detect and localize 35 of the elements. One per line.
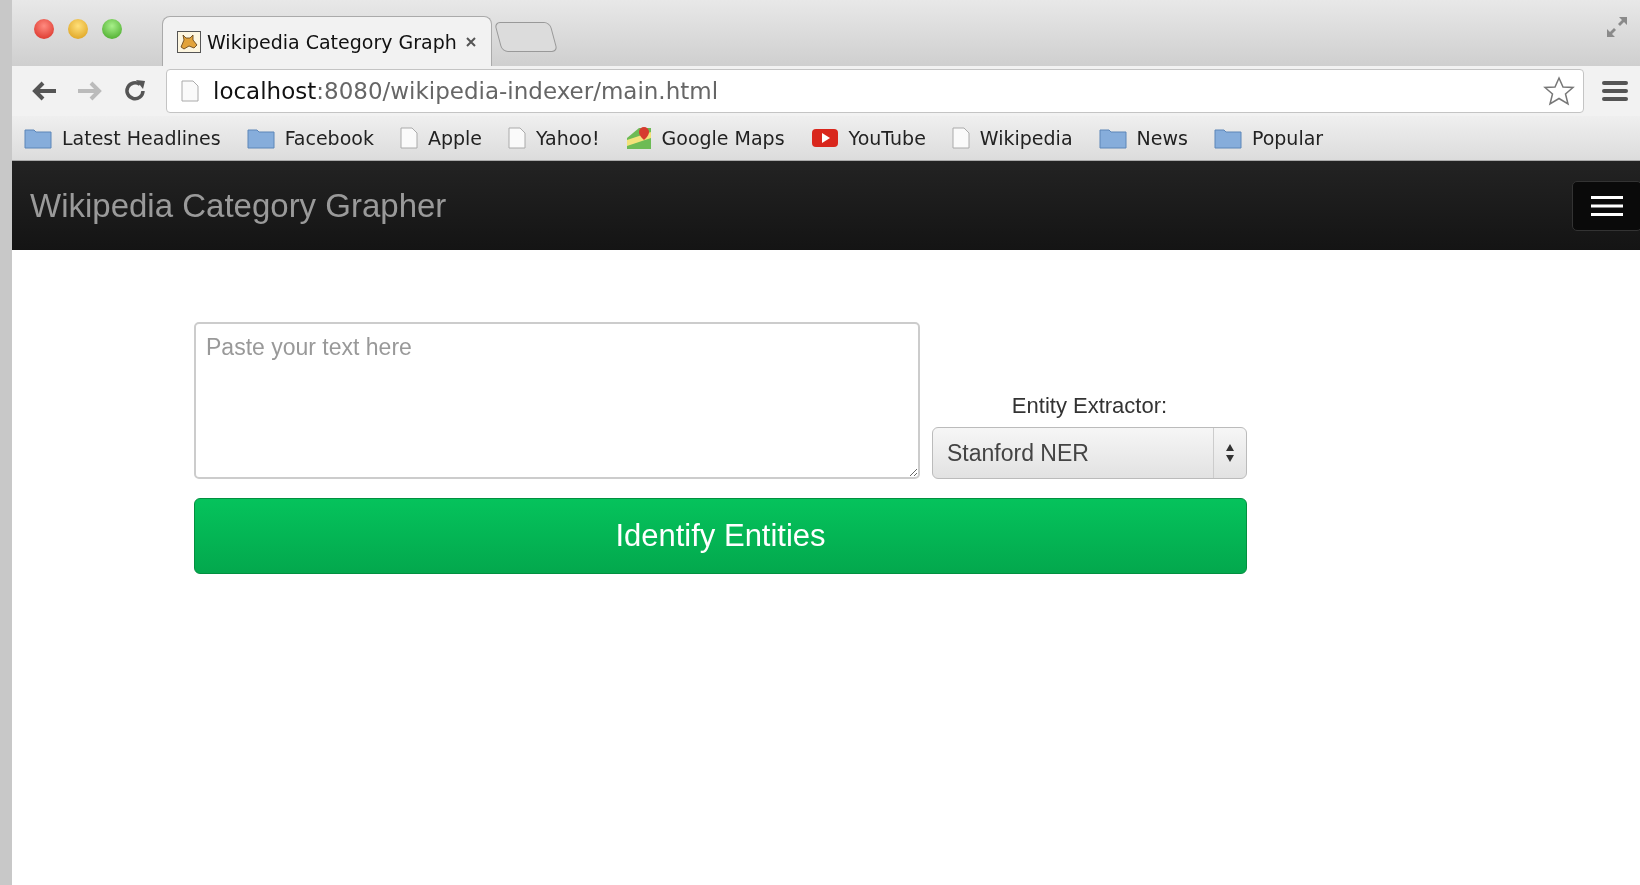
close-window-button[interactable] (34, 19, 54, 39)
bookmark-item[interactable]: Apple (399, 127, 482, 149)
entity-extractor-label: Entity Extractor: (1010, 392, 1169, 420)
cat-icon (177, 30, 201, 53)
bookmark-item[interactable]: Facebook (246, 127, 374, 149)
extractor-dropdown[interactable]: Stanford NER (932, 427, 1247, 479)
map-icon (625, 126, 652, 150)
address-bar[interactable]: localhost:8080/wikipedia-indexer/main.html (166, 69, 1584, 113)
play-icon (810, 128, 839, 148)
back-arrow-icon[interactable] (30, 79, 58, 103)
stepper-arrows-icon (1225, 443, 1235, 463)
folder-icon (24, 127, 52, 149)
bookmark-item[interactable]: Yahoo! (508, 127, 600, 149)
close-tab-icon[interactable] (465, 35, 477, 48)
bookmark-item[interactable]: Wikipedia (951, 127, 1073, 149)
bookmark-item[interactable]: Latest Headlines (24, 127, 221, 149)
bookmark-item[interactable]: News (1098, 127, 1188, 149)
folder-icon (246, 127, 275, 149)
folder-icon (1213, 127, 1242, 149)
page-icon (399, 127, 418, 149)
bookmark-star-icon[interactable] (1543, 76, 1575, 106)
bookmark-item[interactable]: YouTube (810, 127, 926, 149)
menu-toggle-button[interactable] (1572, 180, 1640, 231)
menu-icon (1591, 194, 1623, 217)
text-input-field[interactable]: Paste your text here (194, 322, 920, 479)
site-title[interactable]: Wikipedia Category Grapher (30, 186, 447, 225)
folder-icon (1098, 127, 1127, 149)
bookmark-item[interactable]: Popular (1213, 127, 1324, 149)
menu-icon[interactable] (1602, 80, 1628, 102)
page-icon (951, 127, 970, 149)
page-icon (508, 127, 526, 149)
browser-tab[interactable]: Wikipedia Category Graph (162, 16, 492, 66)
bookmark-item[interactable]: Google Maps (625, 126, 785, 150)
fullscreen-icon[interactable] (1604, 14, 1630, 40)
page-icon (181, 80, 199, 102)
